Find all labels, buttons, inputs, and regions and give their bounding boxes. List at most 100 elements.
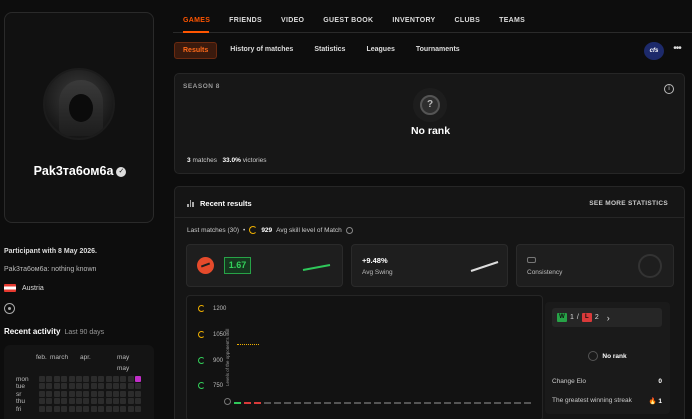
swing-sparkline — [470, 261, 499, 272]
heatmap-cell — [127, 376, 134, 382]
heatmap-cell — [46, 390, 53, 397]
heatmap-cell — [46, 405, 53, 412]
win-loss-bar[interactable]: W 1 / L 2 › — [552, 308, 662, 327]
heatmap-cell — [90, 405, 97, 412]
greatest-streak-label: The greatest winning streak — [552, 397, 632, 404]
elo-sparkline — [302, 264, 331, 271]
match-segment — [524, 402, 531, 404]
match-segment — [254, 402, 261, 404]
nav-guest-book[interactable]: GUEST BOOK — [323, 17, 373, 31]
heatmap-cell — [120, 376, 127, 382]
heatmap-cell — [61, 376, 68, 382]
season-stats: 3 matches 33.0% victories — [187, 157, 267, 164]
recent-activity-period: Last 90 days — [64, 329, 105, 336]
heatmap-cell — [75, 398, 82, 405]
heatmap-cell — [68, 398, 75, 405]
bar-chart-icon — [187, 200, 195, 207]
heatmap-cell — [53, 376, 60, 382]
streak-rank: No rank — [545, 351, 670, 361]
heatmap-cell — [98, 405, 105, 412]
win-tag: W — [557, 313, 567, 322]
heatmap-cell — [105, 383, 112, 390]
heatmap-cell — [46, 383, 53, 390]
match-segment — [234, 402, 241, 404]
tab-leagues[interactable]: Leagues — [358, 42, 402, 59]
heatmap-cell — [39, 405, 45, 412]
match-segment — [464, 402, 471, 404]
tick-gauge-icon — [198, 305, 205, 312]
results-divider — [175, 217, 684, 218]
nav-clubs[interactable]: CLUBS — [455, 17, 481, 31]
tab-results[interactable]: Results — [174, 42, 218, 59]
nav-inventory[interactable]: INVENTORY — [392, 17, 435, 31]
heatmap-cell — [83, 390, 90, 397]
recent-activity-title: Recent activity — [4, 327, 61, 336]
heatmap-cell — [135, 405, 142, 412]
heatmap-cell — [53, 405, 60, 412]
heatmap-cell — [105, 390, 112, 397]
baseline-marker — [224, 398, 231, 405]
season-label: SEASON 8 — [183, 83, 220, 90]
heatmap-cell — [112, 390, 119, 397]
greatest-streak-value-wrap: 🔥 1 — [648, 397, 662, 405]
heatmap-cell — [98, 398, 105, 405]
day-label: fri — [16, 405, 22, 413]
see-more-statistics-link[interactable]: SEE MORE STATISTICS — [589, 200, 668, 207]
heatmap-cell — [105, 376, 112, 382]
heatmap-cell — [68, 376, 75, 382]
heatmap-cell — [39, 376, 45, 382]
change-elo-value: 0 — [658, 378, 662, 385]
day-label: sr — [16, 390, 22, 398]
heatmap-months: feb. march apr. may may — [36, 354, 151, 372]
match-segment — [354, 402, 361, 404]
match-segment — [404, 402, 411, 404]
info-icon[interactable]: i — [664, 84, 674, 94]
heatmap-cell — [90, 383, 97, 390]
match-segment — [314, 402, 321, 404]
nickname-text: Pak3та6ом6а — [33, 164, 114, 178]
tab-tournaments[interactable]: Tournaments — [408, 42, 468, 59]
heatmap-cell — [39, 383, 45, 390]
change-elo-row: Change Elo 0 — [552, 378, 662, 385]
steam-icon[interactable] — [4, 303, 15, 314]
nav-teams[interactable]: TEAMS — [499, 17, 525, 31]
heatmap-cell — [75, 405, 82, 412]
heatmap-cell — [75, 390, 82, 397]
recent-results-label: Recent results — [200, 199, 252, 208]
country: Austria — [4, 284, 44, 292]
avg-skill-label: Avg skill level of Match — [276, 226, 342, 234]
skill-gauge-icon — [249, 226, 258, 234]
match-segment — [494, 402, 501, 404]
match-segment — [384, 402, 391, 404]
match-segment — [324, 402, 331, 404]
main-nav: GAMES FRIENDS VIDEO GUEST BOOK INVENTORY… — [183, 17, 544, 31]
heatmap-cell — [83, 405, 90, 412]
nav-friends[interactable]: FRIENDS — [229, 17, 262, 31]
rank-question-mark: ? — [426, 99, 434, 110]
month-label: may — [117, 365, 130, 372]
elo-chart: 1200 1050 900 750 Levels of the opponent… — [186, 295, 543, 419]
swing-stat-box: +9.48% Avg Swing — [351, 244, 508, 287]
avatar[interactable] — [43, 68, 115, 140]
help-icon[interactable] — [345, 226, 353, 234]
austria-flag-icon — [4, 284, 16, 292]
tab-statistics[interactable]: Statistics — [306, 42, 353, 59]
nav-games[interactable]: GAMES — [183, 17, 210, 31]
heatmap-cell — [90, 390, 97, 397]
heatmap-cell — [90, 398, 97, 405]
wl-separator: / — [576, 314, 579, 321]
consistency-icon — [527, 257, 536, 263]
change-elo-label: Change Elo — [552, 378, 586, 385]
heatmap-cell — [105, 398, 112, 405]
tab-history[interactable]: History of matches — [222, 42, 301, 59]
avg-skill-value: 929 — [261, 226, 273, 234]
more-button[interactable]: ••• — [669, 44, 685, 58]
activity-heatmap: feb. march apr. may may mon tue sr thu f… — [4, 345, 154, 419]
nav-video[interactable]: VIDEO — [281, 17, 304, 31]
match-segment — [264, 402, 271, 404]
heatmap-cell — [127, 383, 134, 390]
cfs-badge[interactable]: cfs — [644, 42, 664, 60]
match-segment — [434, 402, 441, 404]
match-segment — [244, 402, 251, 404]
elo-level-icon — [197, 257, 214, 274]
